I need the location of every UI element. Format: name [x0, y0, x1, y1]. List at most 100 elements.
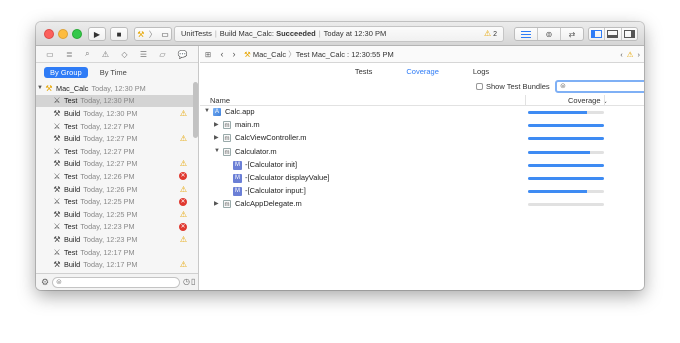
- coverage-table: ▼ A Calc.app ▶ m main.m ▶ m CalcViewController.m…: [200, 106, 644, 212]
- related-items-icon[interactable]: ⊞: [200, 50, 216, 59]
- show-test-bundles-label: Show Test Bundles: [486, 82, 550, 91]
- tab-logs[interactable]: Logs: [473, 67, 489, 76]
- coverage-row[interactable]: M -[Calculator displayValue]: [200, 172, 644, 185]
- clock-icon[interactable]: ◷: [183, 277, 190, 286]
- navigator-toggle[interactable]: [589, 28, 606, 40]
- stop-button[interactable]: ■: [110, 27, 128, 41]
- coverage-row[interactable]: ▶ m main.m: [200, 119, 644, 132]
- mac-icon: ▭: [161, 29, 169, 39]
- disclosure-down-icon[interactable]: ▼: [214, 148, 220, 154]
- coverage-bar-fill: [528, 176, 604, 180]
- debug-area-toggle[interactable]: [605, 28, 622, 40]
- coverage-filter-field[interactable]: ⊜: [555, 80, 644, 93]
- close-button[interactable]: [44, 29, 54, 39]
- disclosure-down-icon[interactable]: ▼: [36, 85, 44, 91]
- debug-icon[interactable]: ☰: [140, 50, 147, 59]
- report-row[interactable]: ⚔ Test Today, 12:27 PM: [36, 145, 193, 158]
- navigator-scrollbar[interactable]: [193, 82, 198, 138]
- coverage-row[interactable]: ▼ A Calc.app: [200, 106, 644, 119]
- symbol-icon[interactable]: ≣: [66, 50, 73, 59]
- warning-icon[interactable]: ⚠: [627, 50, 634, 59]
- show-test-bundles-checkbox[interactable]: [476, 83, 483, 90]
- disclosure-right-icon[interactable]: ▶: [214, 200, 219, 207]
- report-row[interactable]: ⚔ Test Today, 12:23 PM ✕: [36, 221, 193, 234]
- report-icon[interactable]: 💬: [178, 50, 188, 59]
- tab-tests[interactable]: Tests: [355, 67, 373, 76]
- coverage-bar: [528, 163, 604, 167]
- test-icon[interactable]: ◇: [121, 50, 127, 59]
- coverage-bar: [528, 124, 604, 128]
- report-row[interactable]: ⚒ Build Today, 12:30 PM ⚠: [36, 107, 193, 120]
- report-action: Test: [64, 247, 78, 257]
- coverage-row[interactable]: M -[Calculator input:]: [200, 185, 644, 198]
- standard-editor-button[interactable]: [515, 28, 538, 40]
- run-button[interactable]: ▶: [88, 27, 106, 41]
- disclosure-right-icon[interactable]: ▶: [214, 121, 219, 128]
- coverage-row[interactable]: ▼ m Calculator.m: [200, 146, 644, 159]
- coverage-row[interactable]: ▶ m CalcViewController.m: [200, 132, 644, 145]
- report-action: Build: [64, 159, 81, 169]
- name-column-header[interactable]: Name: [210, 96, 230, 105]
- report-time: Today, 12:27 PM: [83, 159, 138, 169]
- breakpoint-icon[interactable]: ▱: [159, 50, 165, 59]
- prev-issue-icon[interactable]: ‹: [620, 50, 623, 59]
- app-icon: ⚒: [45, 83, 53, 93]
- tab-coverage[interactable]: Coverage: [406, 67, 439, 76]
- gear-icon[interactable]: ⚙: [41, 277, 49, 288]
- next-issue-icon[interactable]: ›: [638, 50, 641, 59]
- stop-icon: ■: [116, 29, 122, 39]
- group-name: Mac_Calc: [56, 83, 89, 93]
- coverage-item-name: -[Calculator displayValue]: [245, 172, 330, 182]
- zoom-button[interactable]: [72, 29, 82, 39]
- coverage-column-header[interactable]: Coverage ⌄: [568, 96, 608, 105]
- by-time-button[interactable]: By Time: [94, 67, 133, 78]
- wrench-icon: ⚔: [53, 121, 61, 131]
- document-icon[interactable]: ▯: [191, 277, 195, 286]
- search-icon[interactable]: ⌕: [85, 49, 89, 59]
- source-file-icon: m: [223, 147, 231, 156]
- report-row[interactable]: ⚔ Test Today, 12:30 PM: [36, 94, 193, 108]
- report-row[interactable]: ⚒ Build Today, 12:27 PM ⚠: [36, 132, 193, 145]
- breadcrumb[interactable]: ⚒ Mac_Calc 〉Test Mac_Calc : 12:30:55 PM: [244, 49, 394, 60]
- coverage-row[interactable]: ▶ m CalcAppDelegate.m: [200, 198, 644, 211]
- report-group-row[interactable]: ▼ ⚒ Mac_Calc Today, 12:30 PM: [36, 82, 193, 95]
- scheme-selector[interactable]: ⚒ 〉 ▭: [134, 27, 172, 41]
- report-row[interactable]: ⚔ Test Today, 12:25 PM ✕: [36, 195, 193, 208]
- play-icon: ▶: [93, 29, 101, 39]
- navigator-selector-bar: ▭ ≣ ⌕ ⚠ ◇ ☰ ▱ 💬: [36, 46, 198, 63]
- version-editor-button[interactable]: ⇄: [561, 28, 583, 40]
- disclosure-down-icon[interactable]: ▼: [204, 108, 210, 114]
- report-row[interactable]: ⚒ Build Today, 12:17 PM ⚠: [36, 258, 193, 271]
- wrench-icon: ⚔: [53, 146, 61, 156]
- report-row[interactable]: ⚔ Test Today, 12:17 PM: [36, 246, 193, 259]
- report-time: Today, 12:17 PM: [83, 260, 138, 270]
- report-row[interactable]: ⚒ Build Today, 12:26 PM ⚠: [36, 183, 193, 196]
- hammer-icon: ⚒: [53, 209, 61, 219]
- report-row[interactable]: ⚒ Build Today, 12:25 PM ⚠: [36, 208, 193, 221]
- error-icon: ✕: [179, 197, 187, 206]
- by-group-button[interactable]: By Group: [44, 66, 88, 78]
- report-action: Build: [64, 209, 81, 219]
- disclosure-right-icon[interactable]: ▶: [214, 134, 219, 141]
- report-action: Test: [64, 222, 78, 232]
- report-row[interactable]: ⚒ Build Today, 12:23 PM ⚠: [36, 233, 193, 246]
- minimize-button[interactable]: [58, 29, 68, 39]
- wrench-icon: ⚔: [53, 171, 61, 181]
- report-row[interactable]: ⚔ Test Today, 12:26 PM ✕: [36, 170, 193, 183]
- report-action: Build: [64, 108, 81, 118]
- filter-field[interactable]: ⊜: [52, 277, 180, 288]
- utilities-toggle[interactable]: [622, 28, 637, 40]
- forward-arrow-icon[interactable]: ›: [228, 49, 240, 59]
- chevron-right-icon: 〉: [148, 29, 157, 39]
- assistant-editor-button[interactable]: ⊚: [538, 28, 561, 40]
- report-row[interactable]: ⚒ Build Today, 12:27 PM ⚠: [36, 158, 193, 171]
- folder-icon[interactable]: ▭: [46, 50, 54, 59]
- coverage-row[interactable]: M -[Calculator init]: [200, 159, 644, 172]
- error-icon: ✕: [179, 172, 187, 181]
- warning-indicator[interactable]: ⚠ 2: [484, 27, 497, 42]
- coverage-bar: [528, 111, 604, 114]
- back-arrow-icon[interactable]: ‹: [216, 49, 228, 59]
- issue-icon[interactable]: ⚠: [102, 50, 109, 59]
- show-test-bundles-toggle[interactable]: Show Test Bundles: [476, 82, 550, 91]
- report-row[interactable]: ⚔ Test Today, 12:27 PM: [36, 120, 193, 133]
